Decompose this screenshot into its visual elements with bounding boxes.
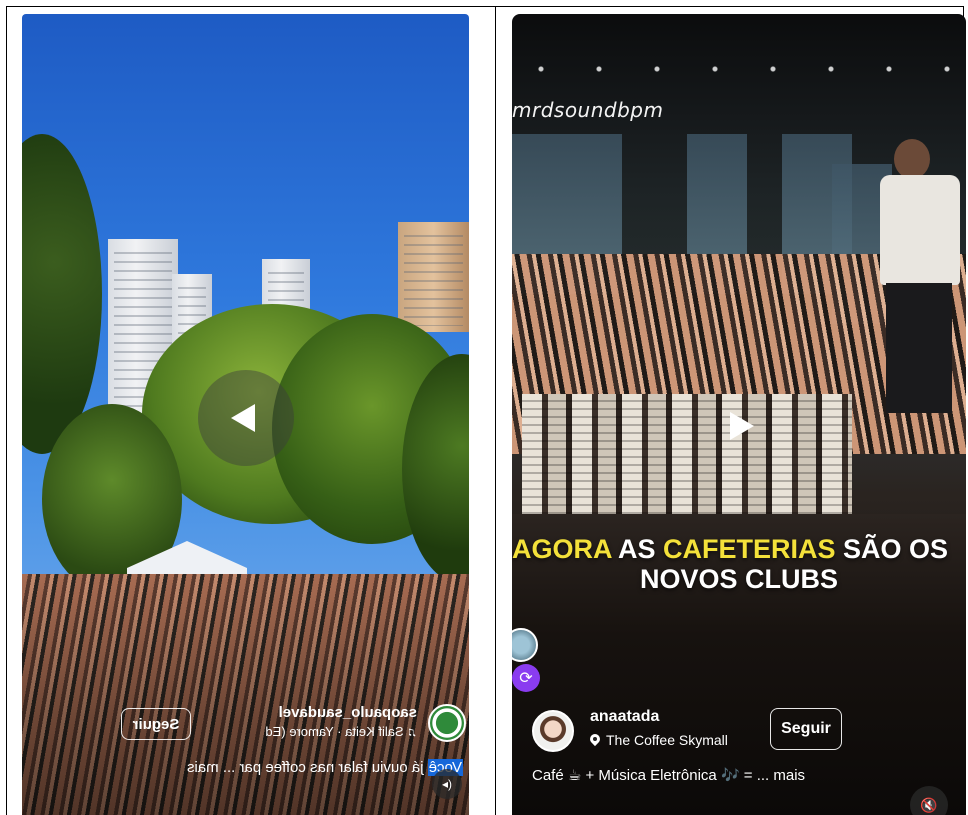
follow-button[interactable]: Seguir <box>121 708 191 740</box>
caption[interactable]: Café ☕ + Música Eletrônica 🎶 = ... mais <box>532 766 805 784</box>
dj-person <box>872 139 962 439</box>
repost-icon[interactable]: ⟳ <box>512 664 540 692</box>
column-divider <box>495 6 496 815</box>
play-button[interactable] <box>722 406 762 446</box>
music-label: Salif Keita · Yamore (Ed <box>265 724 404 739</box>
mirrored-overlay: saopaulo_saudavel ♫ Salif Keita · Yamore… <box>22 14 469 815</box>
speaker-icon[interactable]: ◂) <box>432 769 462 799</box>
location-pin-icon <box>590 734 600 747</box>
username[interactable]: anaatada <box>590 708 659 726</box>
follow-button[interactable]: Seguir <box>770 708 842 750</box>
watermark: mrdsoundbpm <box>512 98 664 122</box>
caption[interactable]: Você já ouviu falar nas coffee par ... m… <box>187 759 463 776</box>
avatar[interactable] <box>532 710 574 752</box>
right-reel[interactable]: mrdsoundbpm AGORA AS CAFETERIAS SÃO OS N… <box>512 14 966 815</box>
cup-stacks <box>522 394 852 534</box>
play-icon <box>730 412 754 440</box>
username[interactable]: saopaulo_saudavel <box>279 704 417 721</box>
left-reel[interactable]: saopaulo_saudavel ♫ Salif Keita · Yamore… <box>22 14 469 815</box>
location[interactable]: The Coffee Skymall <box>590 732 728 748</box>
video-headline: AGORA AS CAFETERIAS SÃO OS NOVOS CLUBS <box>512 534 949 594</box>
location-label: The Coffee Skymall <box>606 732 728 748</box>
caption-text: já ouviu falar nas coffee par ... mais <box>186 759 428 776</box>
music-info[interactable]: ♫ Salif Keita · Yamore (Ed <box>265 724 417 739</box>
music-note-icon: ♫ <box>403 724 417 739</box>
avatar[interactable] <box>428 704 466 742</box>
ceiling-lights <box>512 54 966 84</box>
